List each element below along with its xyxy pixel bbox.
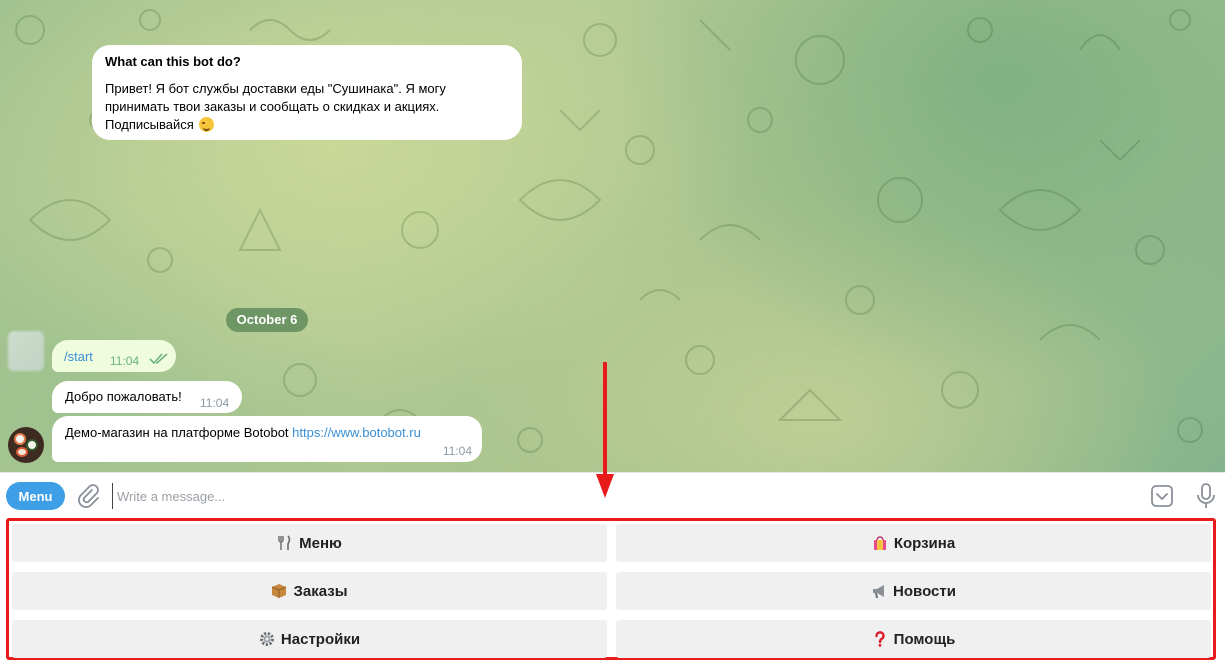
keyboard-button-label: Помощь [893,630,956,648]
keyboard-button-help[interactable]: Помощь [616,620,1211,658]
incoming-message[interactable]: Добро пожаловать! 11:04 [52,381,242,413]
message-input[interactable] [112,483,812,509]
gear-icon [259,632,274,646]
keyboard-button-label: Корзина [893,534,956,552]
keyboard-button-label: Меню [299,534,342,552]
message-time: 11:04 [442,444,472,458]
message-time: 11:04 [110,354,140,368]
bot-description-line: Подписывайся [105,116,509,134]
user-avatar[interactable] [8,331,44,371]
question-mark-icon [874,631,885,647]
shopping-bag-icon [873,536,886,550]
message-time: 11:04 [200,396,230,410]
message-text: Демо-магазин на платформе Botobot [65,425,289,440]
keyboard-button-label: Новости [893,582,956,600]
bot-keyboard-toggle-icon[interactable] [1150,484,1174,508]
megaphone-icon [873,585,885,598]
bot-description-title: What can this bot do? [105,54,241,69]
bot-description-line: принимать твои заказы и сообщать о скидк… [105,99,440,114]
message-text: Добро пожаловать! [65,389,182,404]
wink-emoji-icon [199,117,215,132]
bot-reply-keyboard: Меню Корзина Заказы Новости Настройки По… [6,518,1216,660]
read-checkmarks-icon [149,353,168,365]
bot-description-text: Привет! Я бот службы доставки еды "Сушин… [105,80,509,134]
keyboard-button-cart[interactable]: Корзина [616,524,1211,562]
keyboard-button-label: Настройки [280,630,361,648]
message-link[interactable]: https://www.botobot.ru [292,425,421,440]
date-divider: October 6 [226,308,308,332]
package-icon [272,584,287,598]
microphone-icon[interactable] [1195,482,1217,510]
keyboard-button-news[interactable]: Новости [616,572,1211,610]
outgoing-message[interactable]: /start 11:04 [52,340,176,372]
incoming-message[interactable]: Демо-магазин на платформе Botobot https:… [52,416,482,462]
bot-description-card: What can this bot do? Привет! Я бот служ… [92,45,522,140]
telegram-chat-window: What can this bot do? Привет! Я бот служ… [0,0,1225,662]
bot-menu-button[interactable]: Menu [6,482,65,510]
fork-knife-icon [278,535,291,550]
annotation-arrow [596,362,614,498]
command-text[interactable]: /start [64,349,93,364]
keyboard-button-orders[interactable]: Заказы [12,572,607,610]
bot-description-line-text: Подписывайся [105,117,194,132]
keyboard-button-menu[interactable]: Меню [12,524,607,562]
bot-avatar[interactable] [8,427,44,463]
bot-description-line: Привет! Я бот службы доставки еды "Сушин… [105,81,446,96]
keyboard-button-settings[interactable]: Настройки [12,620,607,658]
keyboard-button-label: Заказы [293,582,348,600]
paperclip-icon[interactable] [76,483,100,509]
